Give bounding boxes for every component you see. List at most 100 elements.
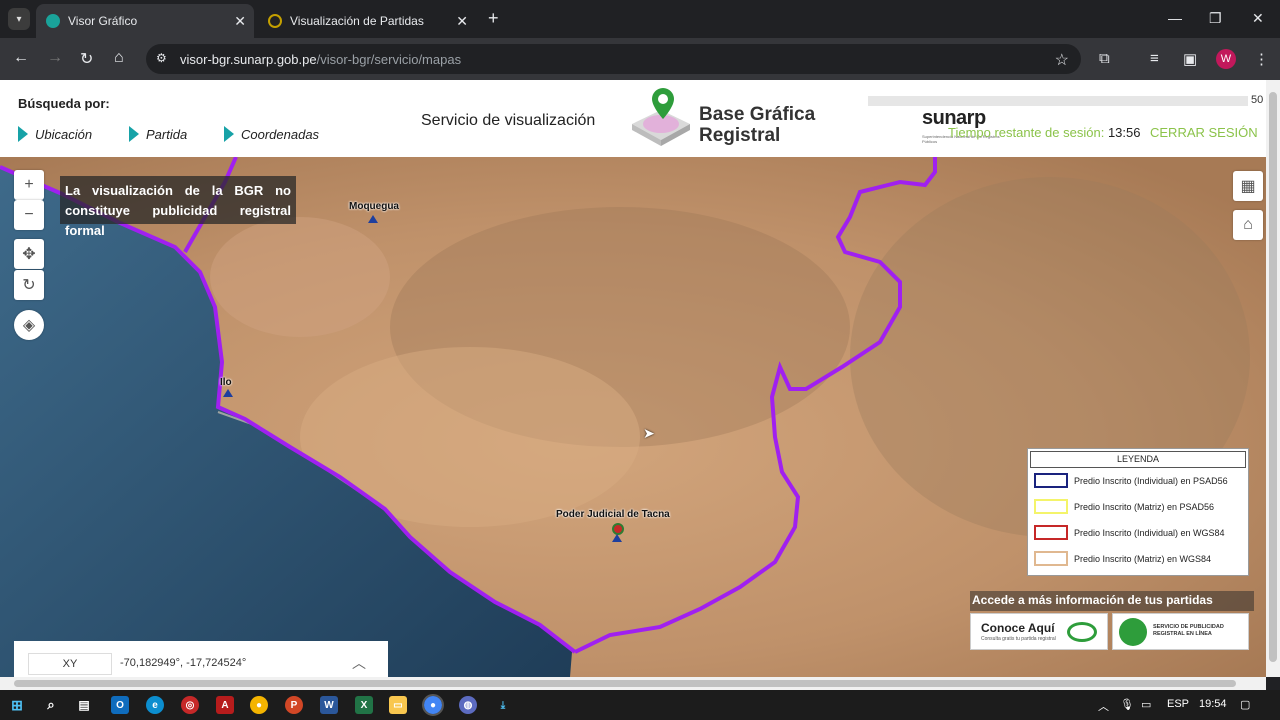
rotate-button[interactable]: ↻ (14, 270, 44, 300)
tray-chevron-icon[interactable]: ︿ (1098, 698, 1109, 714)
place-ilo: Ilo (220, 377, 232, 388)
side-panel-icon[interactable]: ▣ (1183, 50, 1197, 68)
legend-swatch (1034, 551, 1068, 566)
extensions-icon[interactable]: ⧉ (1099, 50, 1110, 67)
compass-icon[interactable]: ◈ (14, 310, 44, 340)
sunarp-favicon (46, 14, 60, 28)
minimize-icon[interactable]: — (1168, 10, 1182, 26)
powerpoint-icon[interactable]: P (285, 696, 303, 714)
legend-swatch (1034, 473, 1068, 488)
lang-indicator[interactable]: ESP (1167, 698, 1189, 710)
reload-icon[interactable]: ↻ (80, 49, 93, 69)
tab-title: Visualización de Partidas (290, 14, 424, 28)
legend-item: Predio Inscrito (Matriz) en PSAD56 (1034, 499, 1214, 514)
partidas-favicon (268, 14, 282, 28)
coordinate-system-select[interactable]: XY (28, 653, 112, 675)
search-icon[interactable]: ⌕ (42, 696, 60, 714)
omnibox[interactable]: ⚙ visor-bgr.sunarp.gob.pe/visor-bgr/serv… (146, 44, 1081, 74)
pan-button[interactable]: ✥ (14, 239, 44, 269)
globe-icon[interactable]: ◍ (459, 696, 477, 714)
chevron-up-icon[interactable]: ︿ (352, 653, 366, 673)
play-arrow-icon (18, 126, 28, 142)
home-icon[interactable]: ⌂ (114, 49, 124, 67)
map-legend: LEYENDA Predio Inscrito (Individual) en … (1027, 448, 1249, 576)
address-bar-row: ← → ↻ ⌂ ⚙ visor-bgr.sunarp.gob.pe/visor-… (0, 38, 1280, 80)
file-explorer-icon[interactable]: ▭ (389, 696, 407, 714)
close-tab-icon[interactable]: ✕ (456, 13, 468, 30)
basemap-gallery-icon[interactable]: ▦ (1233, 171, 1263, 201)
word-icon[interactable]: W (320, 696, 338, 714)
marker-ilo-icon[interactable] (223, 389, 233, 397)
chrome-icon[interactable]: ● (250, 696, 268, 714)
place-moquegua: Moquegua (349, 201, 399, 212)
forward-icon[interactable]: → (47, 49, 63, 67)
zoom-in-button[interactable]: + (14, 170, 44, 200)
network-icon[interactable]: ▭ (1141, 698, 1151, 711)
vertical-scrollbar[interactable] (1266, 80, 1280, 677)
new-tab-button[interactable]: + (488, 8, 499, 29)
tab-title: Visor Gráfico (68, 14, 138, 28)
scroll-thumb[interactable] (1269, 92, 1277, 662)
app-red-icon[interactable]: ◎ (181, 696, 199, 714)
tab-visualizacion-partidas[interactable]: Visualización de Partidas ✕ (258, 4, 476, 38)
bookmark-star-icon[interactable]: ☆ (1055, 50, 1069, 70)
media-icon[interactable]: ≡ (1150, 50, 1159, 67)
notification-icon[interactable]: ▢ (1240, 698, 1250, 711)
back-icon[interactable]: ← (13, 49, 29, 67)
windows-start-icon[interactable]: ⊞ (8, 696, 26, 714)
microphone-icon[interactable]: 🎙 (1120, 698, 1134, 711)
site-info-icon[interactable]: ⚙ (156, 51, 167, 65)
scroll-thumb[interactable] (14, 680, 1236, 687)
bgr-logo (628, 86, 694, 148)
tab-visor-grafico[interactable]: Visor Gráfico ✕ (36, 4, 254, 38)
search-by-coordenadas[interactable]: Coordenadas (224, 126, 319, 142)
search-by-ubicacion[interactable]: Ubicación (18, 126, 92, 142)
home-extent-icon[interactable]: ⌂ (1233, 210, 1263, 240)
progress-value: 50 (1251, 94, 1264, 106)
search-by-partida[interactable]: Partida (129, 126, 187, 142)
profile-avatar[interactable]: W (1216, 49, 1236, 69)
download-app-icon[interactable]: ⤓ (494, 696, 512, 714)
servicio-publicidad-button[interactable]: SERVICIO DE PUBLICIDAD REGISTRAL EN LÍNE… (1112, 613, 1249, 650)
play-arrow-icon (224, 126, 234, 142)
horizontal-scrollbar[interactable] (0, 677, 1266, 690)
marker-moquegua-icon[interactable] (368, 215, 378, 223)
session-timer: Tiempo restante de sesión: 13:56 (948, 125, 1141, 140)
eye-icon (1067, 622, 1097, 642)
session-progress-bar (868, 96, 1248, 106)
clock[interactable]: 19:54 (1199, 698, 1227, 710)
servicio-title: Servicio de visualización (421, 112, 596, 129)
acrobat-icon[interactable]: A (216, 696, 234, 714)
menu-icon[interactable]: ⋮ (1254, 50, 1269, 68)
marker-tacna-base-icon (612, 534, 622, 542)
legend-item: Predio Inscrito (Individual) en WGS84 (1034, 525, 1225, 540)
legend-item: Predio Inscrito (Individual) en PSAD56 (1034, 473, 1228, 488)
task-view-icon[interactable]: ▤ (75, 696, 93, 714)
conoce-aqui-button[interactable]: Conoce Aquí Consulta gratis tu partida r… (970, 613, 1108, 650)
cerrar-sesion-link[interactable]: CERRAR SESIÓN (1150, 125, 1258, 140)
close-tab-icon[interactable]: ✕ (234, 13, 246, 30)
place-poder-judicial-tacna: Poder Judicial de Tacna (556, 509, 670, 520)
tab-search-button[interactable]: ▾ (8, 8, 30, 30)
zoom-out-button[interactable]: − (14, 200, 44, 230)
window-close-icon[interactable]: ✕ (1252, 10, 1264, 27)
coordinate-bar: XY -70,182949°, -17,724524° ︿ (14, 641, 388, 677)
bgr-brand: Base Gráfica Registral (699, 104, 816, 146)
edge-icon[interactable]: e (146, 696, 164, 714)
coordinate-readout: -70,182949°, -17,724524° (120, 657, 247, 669)
map-view[interactable]: + − ✥ ↻ ◈ La visualización de la BGR no … (0, 157, 1266, 677)
outlook-icon[interactable]: O (111, 696, 129, 714)
restore-icon[interactable]: ❐ (1209, 10, 1222, 27)
url-text: visor-bgr.sunarp.gob.pe/visor-bgr/servic… (180, 52, 462, 67)
publicidad-logo-icon (1119, 618, 1147, 646)
chrome-active-icon[interactable]: ● (422, 694, 444, 716)
play-arrow-icon (129, 126, 139, 142)
excel-icon[interactable]: X (355, 696, 373, 714)
legend-item: Predio Inscrito (Matriz) en WGS84 (1034, 551, 1211, 566)
legend-swatch (1034, 525, 1068, 540)
legend-title: LEYENDA (1030, 451, 1246, 468)
disclaimer-banner: La visualización de la BGR no constituye… (60, 176, 296, 238)
legend-swatch (1034, 499, 1068, 514)
busqueda-label: Búsqueda por: (18, 96, 110, 111)
accede-banner: Accede a más información de tus partidas (970, 591, 1254, 611)
